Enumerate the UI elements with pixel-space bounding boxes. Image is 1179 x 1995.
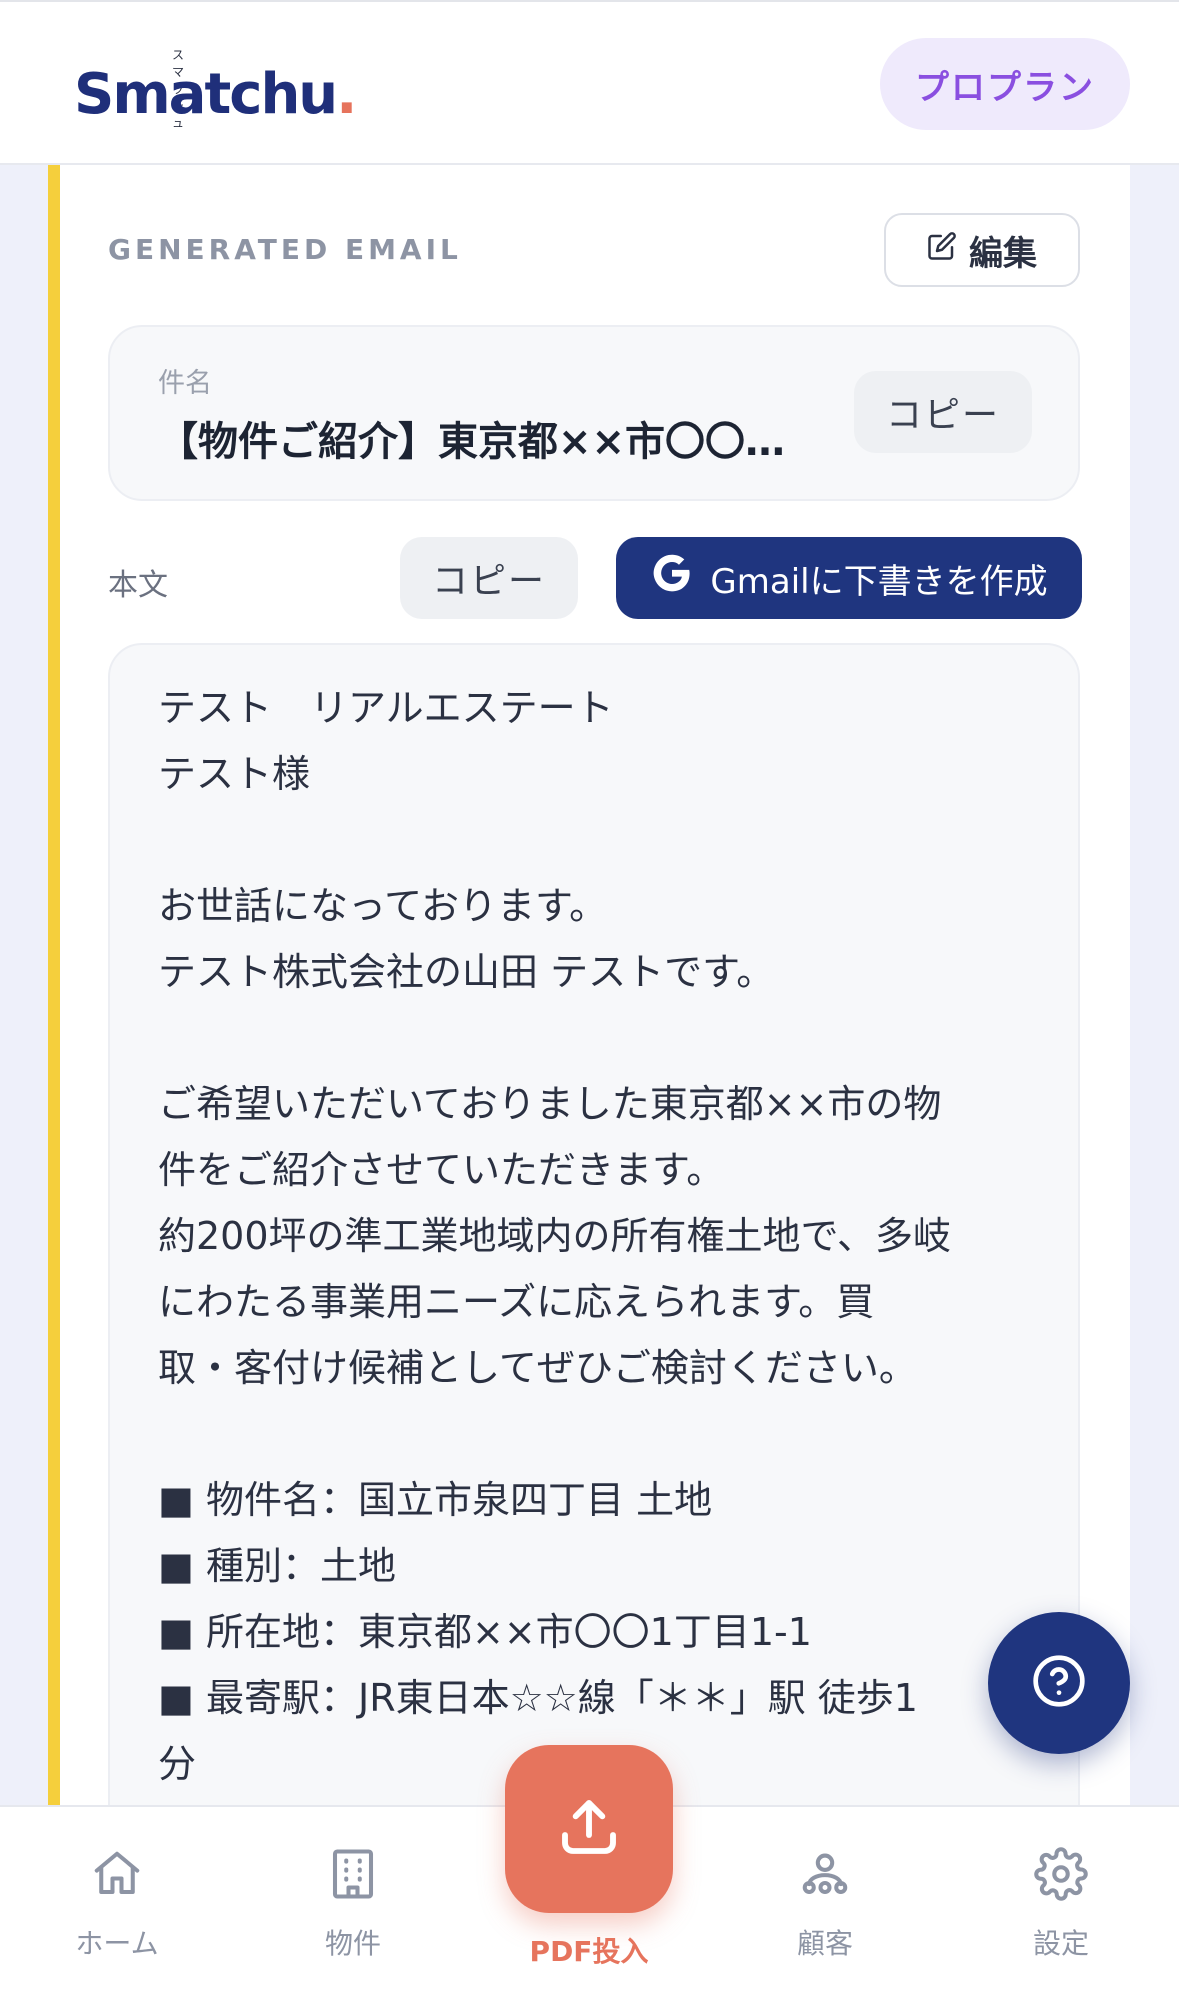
logo-text: Smatchu. xyxy=(74,62,357,127)
body-line: にわたる事業用ニーズに応えられます。買 xyxy=(158,1280,875,1324)
body-line xyxy=(158,807,1038,873)
help-icon xyxy=(1031,1653,1087,1713)
app-header: スマッチュ Smatchu. プロプラン xyxy=(0,0,1179,165)
subject-copy-button[interactable]: コピー xyxy=(854,371,1032,453)
pdf-upload-button[interactable] xyxy=(505,1745,673,1913)
email-body-box[interactable]: テスト リアルエステート テスト様 お世話になっております。 テスト株式会社の山… xyxy=(108,643,1080,1843)
body-line: ■ 所在地：東京都××市〇〇1丁目1-1 xyxy=(158,1610,812,1654)
edit-icon xyxy=(927,230,957,270)
users-icon xyxy=(798,1847,852,1922)
subject-label: 件名 xyxy=(158,368,212,399)
nav-home-label: ホーム xyxy=(75,1927,159,1960)
nav-property-label: 物件 xyxy=(324,1927,381,1960)
nav-property[interactable]: 物件 xyxy=(273,1847,433,1962)
body-line: テスト株式会社の山田 テストです。 xyxy=(158,950,775,994)
nav-settings-label: 設定 xyxy=(1032,1927,1089,1960)
body-copy-button[interactable]: コピー xyxy=(400,537,578,619)
body-line: ご希望いただいておりました東京都××市の物 xyxy=(158,1082,942,1126)
home-icon xyxy=(90,1847,144,1922)
pdf-upload-label: PDF投入 xyxy=(529,1935,649,1968)
body-line: テスト リアルエステート xyxy=(158,686,614,730)
subject-value: 【物件ご紹介】東京都××市〇〇1丁目1-1の土地 xyxy=(158,419,808,465)
background-left xyxy=(0,165,48,1805)
gear-icon xyxy=(1034,1847,1088,1922)
generated-email-card: GENERATED EMAIL 編集 件名 【物件ご紹介】東京都××市〇〇1丁目… xyxy=(48,165,1130,1843)
body-label: 本文 xyxy=(108,568,168,603)
body-line: 件をご紹介させていただきます。 xyxy=(158,1148,725,1192)
edit-label: 編集 xyxy=(969,233,1037,274)
section-title: GENERATED EMAIL xyxy=(108,233,462,266)
upload-icon xyxy=(557,1795,621,1863)
body-line xyxy=(158,1401,1038,1467)
plan-badge[interactable]: プロプラン xyxy=(880,38,1130,130)
background-right xyxy=(1130,165,1179,1805)
email-body-text: テスト リアルエステート テスト様 お世話になっております。 テスト株式会社の山… xyxy=(158,675,1038,1797)
edit-button[interactable]: 編集 xyxy=(884,213,1080,287)
body-line: 約200坪の準工業地域内の所有権土地で、多岐 xyxy=(158,1214,952,1258)
nav-customer[interactable]: 顧客 xyxy=(745,1847,905,1962)
body-line: ■ 最寄駅：JR東日本☆☆線「＊＊」駅 徒歩1 xyxy=(158,1676,918,1720)
nav-settings[interactable]: 設定 xyxy=(981,1847,1141,1962)
nav-customer-label: 顧客 xyxy=(796,1927,853,1960)
gmail-label: Gmailに下書きを作成 xyxy=(710,561,1048,602)
body-line: ■ 物件名：国立市泉四丁目 土地 xyxy=(158,1478,713,1522)
body-line: ■ 種別：土地 xyxy=(158,1544,396,1588)
gmail-draft-button[interactable]: Gmailに下書きを作成 xyxy=(616,537,1082,619)
body-line: テスト様 xyxy=(158,752,311,796)
subject-box: 件名 【物件ご紹介】東京都××市〇〇1丁目1-1の土地 コピー xyxy=(108,325,1080,501)
help-button[interactable] xyxy=(988,1612,1130,1754)
google-icon xyxy=(650,551,694,606)
building-icon xyxy=(326,1847,380,1922)
body-line xyxy=(158,1005,1038,1071)
nav-home[interactable]: ホーム xyxy=(37,1847,197,1962)
body-line: お世話になっております。 xyxy=(158,884,608,928)
body-line: 取・客付け候補としてぜひご検討ください。 xyxy=(158,1346,917,1390)
